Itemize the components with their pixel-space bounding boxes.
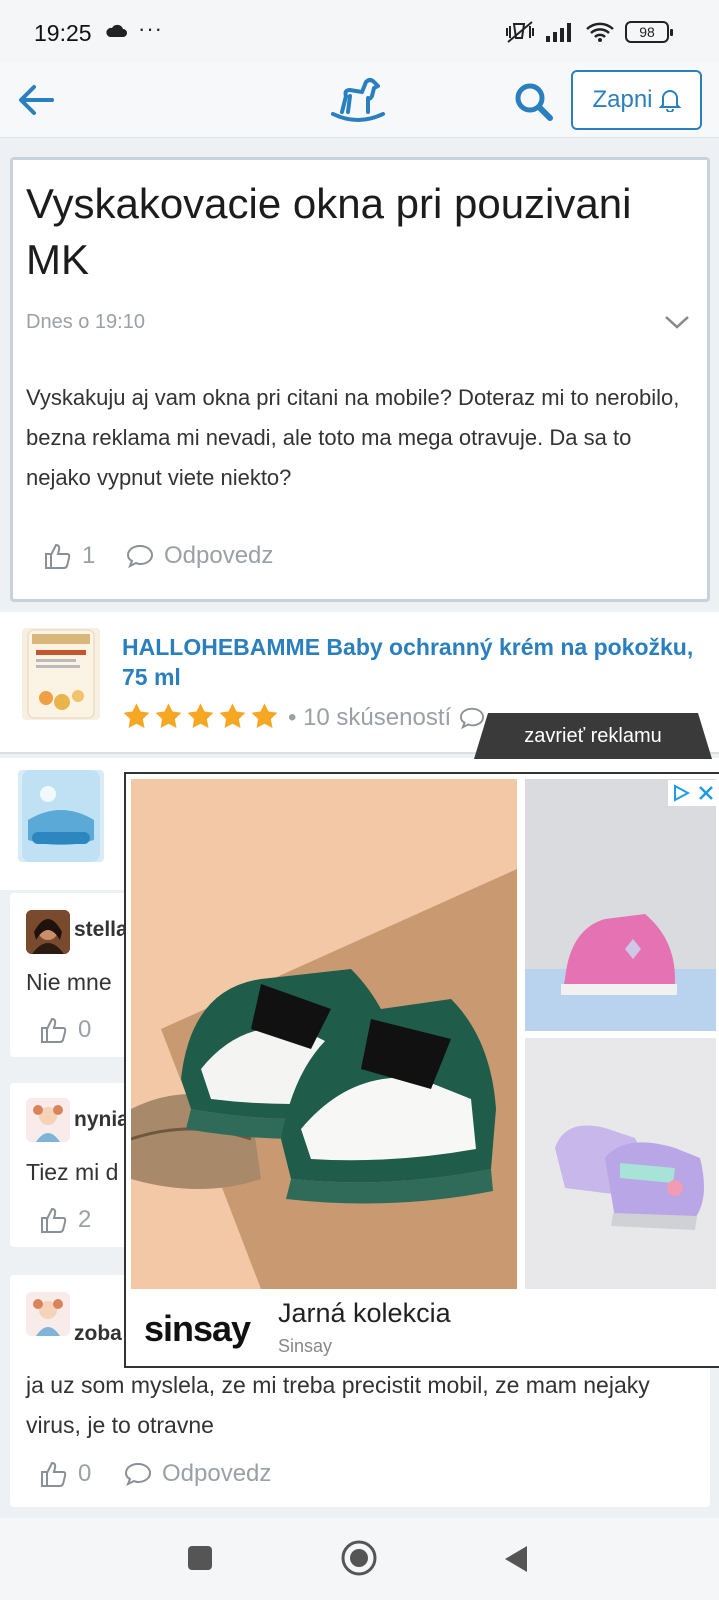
comment-like-button[interactable]: 2 bbox=[40, 1206, 91, 1234]
search-icon[interactable] bbox=[512, 80, 556, 124]
ad-choices-button[interactable] bbox=[668, 780, 718, 806]
home-circle-icon[interactable] bbox=[340, 1539, 378, 1577]
notifications-toggle-button[interactable]: Zapni bbox=[571, 70, 702, 130]
bell-icon bbox=[658, 90, 681, 112]
star-icon bbox=[187, 703, 214, 728]
notifications-toggle-label: Zapni bbox=[592, 86, 653, 113]
product-image-2[interactable] bbox=[18, 770, 104, 862]
ad-side-image-2[interactable] bbox=[525, 1038, 716, 1289]
close-icon[interactable] bbox=[698, 785, 714, 801]
star-icon bbox=[123, 703, 150, 728]
thumbs-up-icon bbox=[45, 543, 71, 569]
wifi-icon bbox=[586, 22, 614, 42]
comment-like-count: 2 bbox=[78, 1206, 92, 1233]
status-time: 19:25 bbox=[34, 20, 92, 46]
avatar[interactable] bbox=[26, 1292, 70, 1336]
product-reviews-link[interactable]: • 10 skúseností bbox=[288, 704, 485, 732]
ad-advertiser: Sinsay bbox=[278, 1336, 333, 1356]
comment-reply-label: Odpovedz bbox=[162, 1460, 272, 1487]
chevron-down-icon[interactable] bbox=[664, 314, 690, 330]
product-rating-stars bbox=[122, 702, 279, 730]
comment-like-button[interactable]: 0 bbox=[40, 1460, 91, 1488]
rocking-horse-logo-icon[interactable] bbox=[330, 74, 386, 124]
comment-author[interactable]: nynia bbox=[74, 1108, 129, 1132]
comment-text: ja uz som myslela, ze mi treba precistit… bbox=[26, 1372, 650, 1438]
post-like-button[interactable]: 1 bbox=[44, 542, 95, 570]
comment-like-count: 0 bbox=[78, 1016, 92, 1043]
back-arrow-icon[interactable] bbox=[14, 78, 58, 122]
ad-brand-logo[interactable]: sinsay bbox=[144, 1308, 251, 1350]
battery-indicator: 98 bbox=[625, 21, 673, 43]
thumbs-up-icon bbox=[41, 1207, 67, 1233]
star-icon bbox=[219, 703, 246, 728]
ad-side-image-1[interactable] bbox=[525, 779, 716, 1031]
comment-text: Nie mne bbox=[26, 969, 112, 995]
post-body: Vyskakuju aj vam okna pri citani na mobi… bbox=[26, 385, 680, 490]
comment-reply-button[interactable]: Odpovedz bbox=[124, 1460, 271, 1488]
avatar[interactable] bbox=[26, 1098, 70, 1142]
mute-vibrate-icon bbox=[506, 21, 534, 43]
product-image[interactable] bbox=[22, 628, 100, 720]
comment-text: Tiez mi d bbox=[26, 1159, 119, 1185]
comment-author[interactable]: stella bbox=[74, 918, 128, 942]
comment-like-count: 0 bbox=[78, 1460, 92, 1487]
signal-icon bbox=[546, 23, 571, 42]
recents-square-icon[interactable] bbox=[186, 1544, 214, 1572]
comment-icon bbox=[124, 1462, 152, 1487]
post-like-count: 1 bbox=[82, 542, 96, 569]
post-reply-label: Odpovedz bbox=[164, 542, 274, 569]
comment-like-button[interactable]: 0 bbox=[40, 1016, 91, 1044]
comment-icon bbox=[126, 544, 154, 569]
ad-headline[interactable]: Jarná kolekcia bbox=[278, 1298, 451, 1329]
status-icons: 98 bbox=[505, 20, 673, 44]
product-title-link[interactable]: HALLOHEBAMME Baby ochranný krém na pokož… bbox=[122, 632, 702, 692]
post-reply-button[interactable]: Odpovedz bbox=[126, 542, 273, 570]
back-triangle-icon[interactable] bbox=[503, 1544, 529, 1574]
product-review-count: • 10 skúseností bbox=[288, 704, 452, 731]
thumbs-up-icon bbox=[41, 1017, 67, 1043]
status-more-dots: ··· bbox=[138, 16, 163, 41]
cloud-icon bbox=[106, 24, 127, 37]
ad-choices-icon bbox=[674, 784, 690, 802]
comment-author[interactable]: zoba bbox=[74, 1322, 122, 1346]
close-ad-button[interactable]: zavrieť reklamu bbox=[474, 713, 712, 759]
star-icon bbox=[155, 703, 182, 728]
avatar[interactable] bbox=[26, 910, 70, 954]
post-title: Vyskakovacie okna pri pouzivani MK bbox=[26, 180, 632, 283]
ad-main-image[interactable] bbox=[131, 779, 517, 1289]
star-icon bbox=[251, 703, 278, 728]
post-date: Dnes o 19:10 bbox=[26, 311, 145, 333]
thumbs-up-icon bbox=[41, 1461, 67, 1487]
